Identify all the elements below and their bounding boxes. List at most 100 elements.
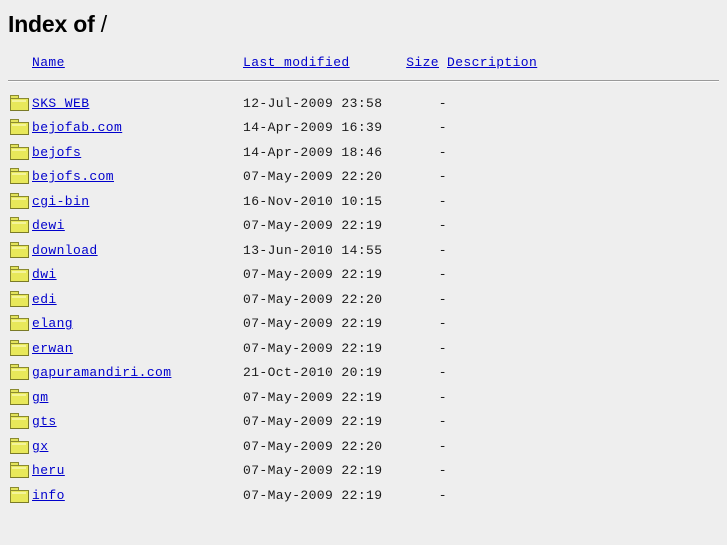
row-name-cell: SKS_WEB: [32, 91, 243, 116]
horizontal-rule: [8, 79, 719, 82]
row-icon-cell: [8, 263, 32, 288]
header-icon-cell: [8, 36, 32, 70]
directory-link[interactable]: gx: [32, 439, 48, 454]
row-size-cell: -: [438, 316, 447, 332]
directory-link[interactable]: bejofs.com: [32, 169, 114, 184]
row-name-cell: erwan: [32, 336, 243, 361]
row-size-cell: -: [438, 463, 447, 479]
sort-by-last-modified-link[interactable]: Last modified: [243, 55, 350, 70]
table-row: cgi-bin 16-Nov-2010 10:15 -: [8, 189, 727, 214]
table-row: edi 07-May-2009 22:20 -: [8, 287, 727, 312]
directory-link[interactable]: bejofab.com: [32, 120, 122, 135]
row-icon-cell: [8, 238, 32, 263]
row-description-cell: [447, 238, 727, 263]
row-size-cell: -: [438, 365, 447, 381]
table-row: gapuramandiri.com 21-Oct-2010 20:19 -: [8, 361, 727, 386]
row-icon-cell: [8, 165, 32, 190]
table-row: gx 07-May-2009 22:20 -: [8, 434, 727, 459]
row-size-cell: -: [438, 169, 447, 185]
directory-link[interactable]: gts: [32, 414, 57, 429]
row-icon-cell: [8, 361, 32, 386]
folder-icon[interactable]: [10, 217, 30, 234]
row-name-cell: cgi-bin: [32, 189, 243, 214]
directory-link[interactable]: edi: [32, 292, 57, 307]
row-last-modified-cell: 07-May-2009 22:20: [243, 169, 383, 185]
row-icon-cell: [8, 116, 32, 141]
row-name-cell: heru: [32, 459, 243, 484]
row-last-modified-cell: 07-May-2009 22:20: [243, 438, 383, 454]
row-name-cell: dewi: [32, 214, 243, 239]
row-icon-cell: [8, 434, 32, 459]
row-icon-cell: [8, 385, 32, 410]
row-icon-cell: [8, 189, 32, 214]
folder-icon[interactable]: [10, 486, 30, 504]
table-row: gts 07-May-2009 22:19 -: [8, 410, 727, 435]
header-last-modified-cell: Last modified: [243, 36, 404, 70]
folder-icon[interactable]: [10, 119, 30, 136]
row-name-cell: download: [32, 238, 243, 263]
folder-icon[interactable]: [10, 266, 30, 283]
row-icon-cell: [8, 140, 32, 165]
row-icon-cell: [8, 312, 32, 337]
row-last-modified-cell: 07-May-2009 22:19: [243, 487, 383, 503]
folder-icon[interactable]: [10, 388, 30, 406]
directory-link[interactable]: erwan: [32, 341, 73, 356]
row-size-cell: -: [438, 267, 447, 283]
row-last-modified-cell: 12-Jul-2009 23:58: [243, 95, 383, 111]
row-last-modified-cell: 14-Apr-2009 18:46: [243, 144, 383, 160]
folder-icon[interactable]: [10, 192, 30, 210]
row-description-cell: [447, 434, 727, 459]
folder-icon[interactable]: [10, 143, 30, 161]
row-name-cell: gts: [32, 410, 243, 435]
sort-by-size-link[interactable]: Size: [406, 55, 439, 70]
directory-listing-table: Name Last modified Size Description SKS_…: [8, 36, 727, 508]
sort-by-name-link[interactable]: Name: [32, 55, 65, 70]
header-name-cell: Name: [32, 36, 243, 70]
directory-link[interactable]: info: [32, 488, 65, 503]
row-last-modified-cell: 13-Jun-2010 14:55: [243, 242, 383, 258]
table-row: bejofs 14-Apr-2009 18:46 -: [8, 140, 727, 165]
folder-icon[interactable]: [10, 413, 30, 430]
folder-icon[interactable]: [10, 290, 30, 308]
row-description-cell: [447, 214, 727, 239]
row-description-cell: [447, 312, 727, 337]
folder-icon[interactable]: [10, 168, 30, 185]
row-description-cell: [447, 91, 727, 116]
directory-link[interactable]: elang: [32, 316, 73, 331]
row-size-cell: -: [438, 193, 447, 209]
table-row: SKS_WEB 12-Jul-2009 23:58 -: [8, 91, 727, 116]
directory-link[interactable]: gapuramandiri.com: [32, 365, 171, 380]
row-size-cell: -: [438, 340, 447, 356]
directory-link[interactable]: gm: [32, 390, 48, 405]
folder-icon[interactable]: [10, 364, 30, 381]
table-row: erwan 07-May-2009 22:19 -: [8, 336, 727, 361]
row-last-modified-cell: 07-May-2009 22:19: [243, 316, 383, 332]
row-name-cell: bejofs.com: [32, 165, 243, 190]
directory-link[interactable]: heru: [32, 463, 65, 478]
directory-link[interactable]: bejofs: [32, 145, 81, 160]
table-row: bejofs.com 07-May-2009 22:20 -: [8, 165, 727, 190]
folder-icon[interactable]: [10, 315, 30, 332]
sort-by-description-link[interactable]: Description: [447, 55, 537, 70]
directory-link[interactable]: cgi-bin: [32, 194, 89, 209]
row-size-cell: -: [438, 218, 447, 234]
folder-icon[interactable]: [10, 94, 30, 112]
directory-link[interactable]: dewi: [32, 218, 65, 233]
row-last-modified-cell: 07-May-2009 22:20: [243, 291, 383, 307]
table-row: download 13-Jun-2010 14:55 -: [8, 238, 727, 263]
row-name-cell: dwi: [32, 263, 243, 288]
page-title-prefix: Index of: [8, 11, 95, 37]
folder-icon[interactable]: [10, 339, 30, 357]
table-row: gm 07-May-2009 22:19 -: [8, 385, 727, 410]
directory-link[interactable]: SKS_WEB: [32, 96, 89, 111]
table-row: info 07-May-2009 22:19 -: [8, 483, 727, 508]
folder-icon[interactable]: [10, 241, 30, 259]
row-name-cell: bejofs: [32, 140, 243, 165]
folder-icon[interactable]: [10, 437, 30, 455]
directory-link[interactable]: dwi: [32, 267, 57, 282]
folder-icon[interactable]: [10, 462, 30, 479]
directory-link[interactable]: download: [32, 243, 98, 258]
table-row: dwi 07-May-2009 22:19 -: [8, 263, 727, 288]
row-size-cell: -: [438, 487, 447, 503]
row-last-modified-cell: 07-May-2009 22:19: [243, 414, 383, 430]
